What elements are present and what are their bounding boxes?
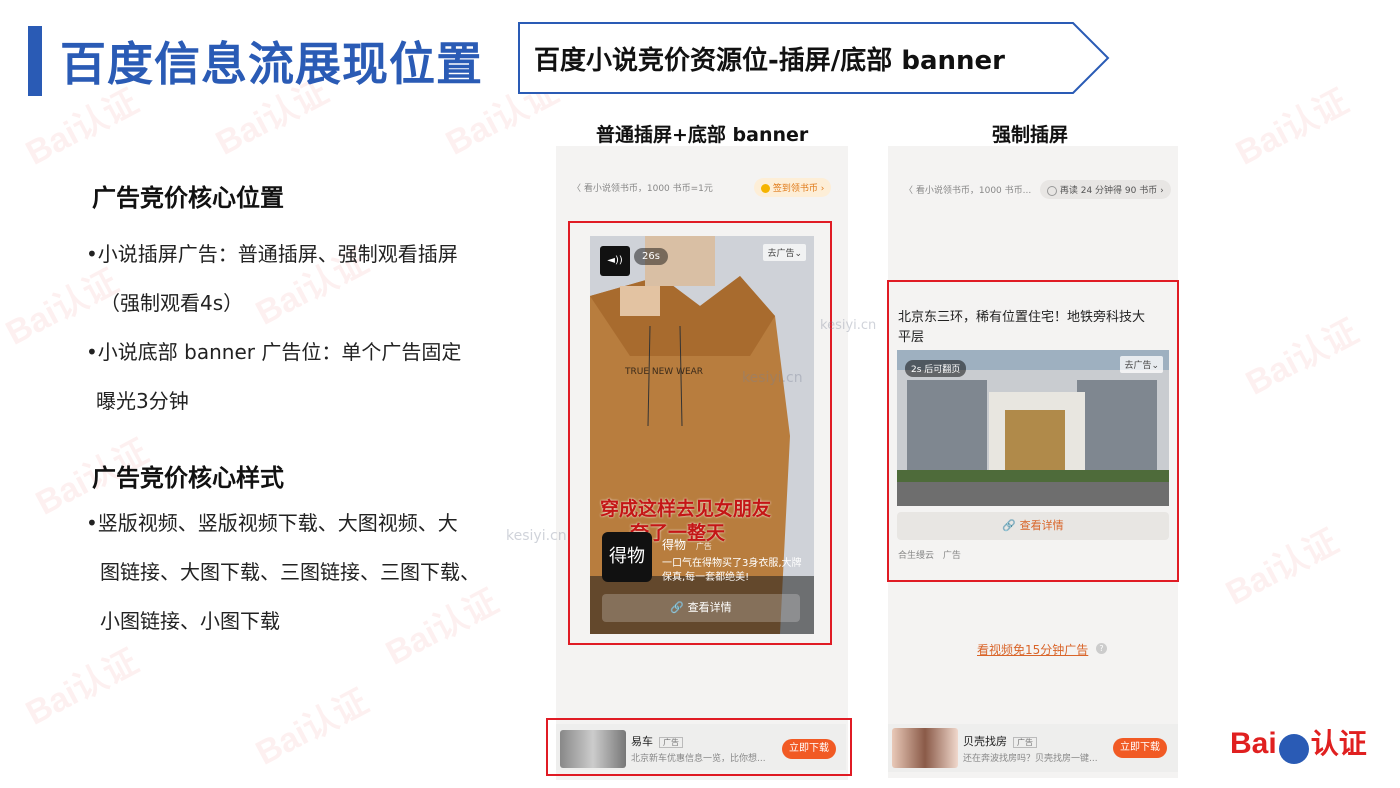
baidu-logo-text: Bai bbox=[1230, 727, 1277, 760]
yiche-name-row: 易车 广告 bbox=[631, 733, 683, 749]
signin-label: 签到领书币 › bbox=[772, 184, 825, 194]
watch-video-skip-ads-link[interactable]: 看视频免15分钟广告 bbox=[977, 641, 1088, 658]
interstitial-ad-creative[interactable]: TRUE NEW WEAR ◄)) 26s 去广告⌄ 穿成这样去见女朋友 夸了一… bbox=[590, 236, 814, 634]
close-ad-button[interactable]: 去广告⌄ bbox=[1120, 356, 1163, 373]
real-estate-ad-image[interactable]: 2s 后可翻页 去广告⌄ bbox=[897, 350, 1169, 506]
brand-name: 得物 bbox=[662, 538, 687, 552]
signin-pill[interactable]: 签到领书币 › bbox=[754, 178, 832, 197]
site-watermark: kesiyi.cn bbox=[820, 318, 877, 333]
banner-title: 百度小说竞价资源位-插屏/底部 banner bbox=[534, 46, 1005, 76]
site-watermark: kesiyi.cn bbox=[742, 370, 803, 386]
ad-headline-2: 平层 bbox=[898, 330, 925, 345]
view-details-button[interactable]: 🔗 查看详情 bbox=[897, 512, 1169, 540]
banner-ad-tag: 广告 bbox=[659, 737, 683, 748]
watermark: Bai认证 bbox=[1239, 312, 1365, 403]
banner-brand-name: 易车 bbox=[631, 735, 653, 748]
ad-headline-1: 北京东三环，稀有位置住宅！地铁旁科技大 bbox=[898, 310, 1146, 325]
link-icon: 🔗 bbox=[1002, 519, 1017, 532]
phone1-label: 普通插屏+底部 banner bbox=[596, 124, 809, 146]
overlay-headline-1: 穿成这样去见女朋友 bbox=[600, 498, 772, 520]
styles-line-1: •竖版视频、竖版视频下载、大图视频、大 bbox=[86, 511, 458, 535]
view-details-label: 查看详情 bbox=[687, 601, 732, 614]
paw-icon bbox=[1278, 733, 1309, 764]
bullet-bottom-banner-note: 曝光3分钟 bbox=[96, 389, 189, 413]
ad-desc-2: 保真,每一套都绝美! bbox=[662, 572, 750, 583]
phone2-label: 强制插屏 bbox=[992, 124, 1069, 146]
ad-desc-1: 一口气在得物买了3身衣服,大牌 bbox=[662, 558, 802, 569]
phone2-topline[interactable]: 〈 看小说领书币，1000 书币... bbox=[904, 183, 1031, 196]
banner-ad-tag: 广告 bbox=[1013, 737, 1037, 748]
page-title: 百度信息流展现位置 bbox=[60, 37, 483, 91]
core-style-heading: 广告竞价核心样式 bbox=[92, 464, 284, 492]
banner-desc: 北京新车优惠信息一览，比你想... bbox=[631, 754, 766, 764]
styles-line-2: 图链接、大图下载、三图链接、三图下载、 bbox=[100, 560, 480, 584]
view-details-button[interactable]: 🔗 查看详情 bbox=[602, 594, 800, 622]
link-icon: 🔗 bbox=[670, 601, 685, 614]
bullet-interstitial-note: （强制观看4s） bbox=[100, 291, 244, 315]
ad-tag: 广告 bbox=[695, 542, 712, 551]
beike-name-row: 贝壳找房 广告 bbox=[963, 733, 1037, 749]
brand-name-row: 得物 广告 bbox=[662, 536, 712, 553]
close-ad-button[interactable]: 去广告⌄ bbox=[763, 244, 806, 261]
view-details-label: 查看详情 bbox=[1019, 519, 1064, 532]
countdown-timer: 26s bbox=[634, 248, 668, 265]
watermark: Bai认证 bbox=[249, 682, 375, 773]
help-icon[interactable]: ? bbox=[1096, 643, 1107, 654]
bullet-interstitial: •小说插屏广告：普通插屏、强制观看插屏 bbox=[86, 242, 458, 266]
watermark: Bai认证 bbox=[19, 642, 145, 733]
timer-icon bbox=[1047, 185, 1057, 196]
ad-tag: 广告 bbox=[942, 551, 961, 561]
sound-toggle-icon[interactable]: ◄)) bbox=[600, 246, 630, 276]
bullet-bottom-banner: •小说底部 banner 广告位：单个广告固定 bbox=[86, 340, 462, 364]
site-watermark: kesiyi.cn bbox=[506, 528, 567, 544]
coin-icon bbox=[761, 184, 770, 193]
ad-source-row: 合生缦云 广告 bbox=[898, 548, 961, 561]
flip-countdown-badge: 2s 后可翻页 bbox=[905, 360, 967, 377]
svg-text:TRUE NEW WEAR: TRUE NEW WEAR bbox=[624, 367, 703, 377]
read-reward-pill[interactable]: 再读 24 分钟得 90 书币 › bbox=[1040, 180, 1171, 199]
download-button[interactable]: 立即下载 bbox=[1113, 738, 1167, 758]
brand-logo[interactable]: 得物 bbox=[602, 532, 652, 582]
banner-brand-name: 贝壳找房 bbox=[963, 735, 1007, 748]
styles-line-3: 小图链接、小图下载 bbox=[100, 609, 280, 633]
yiche-ad-thumbnail[interactable] bbox=[560, 730, 626, 768]
core-position-heading: 广告竞价核心位置 bbox=[92, 184, 284, 212]
watermark: Bai认证 bbox=[1219, 522, 1345, 613]
beike-ad-thumbnail[interactable] bbox=[892, 728, 958, 768]
read-reward-label: 再读 24 分钟得 90 书币 › bbox=[1059, 186, 1164, 196]
phone1-topline[interactable]: 〈 看小说领书币，1000 书币=1元 bbox=[572, 181, 713, 194]
baidu-certification-logo: Bai 认证 bbox=[1230, 722, 1367, 764]
download-button[interactable]: 立即下载 bbox=[782, 739, 836, 759]
certification-text: 认证 bbox=[1310, 727, 1367, 760]
ad-source: 合生缦云 bbox=[898, 551, 935, 561]
banner-desc: 还在奔波找房吗？贝壳找房一键... bbox=[963, 754, 1098, 764]
watermark: Bai认证 bbox=[1229, 82, 1355, 173]
title-accent-bar bbox=[28, 26, 42, 96]
